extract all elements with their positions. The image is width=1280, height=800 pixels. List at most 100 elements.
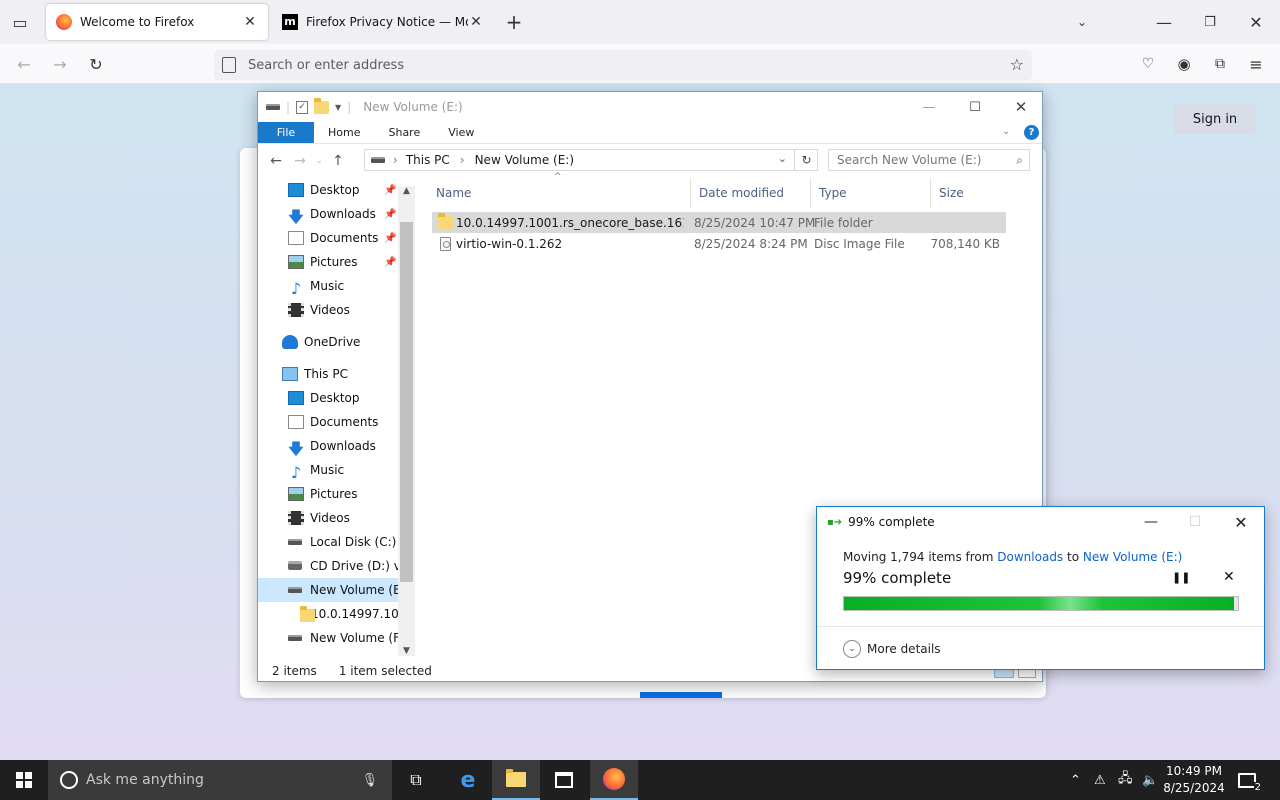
tab-file[interactable]: File [258,122,314,143]
downloads-icon: 🡇 [288,208,304,226]
nav-item-folder[interactable]: 10.0.14997.1001 [258,602,414,626]
nav-item-this-pc[interactable]: This PC [258,362,414,386]
file-explorer-icon[interactable] [492,760,540,800]
back-icon[interactable]: ← [264,153,288,169]
nav-item-pictures[interactable]: Pictures 📌 [258,250,414,274]
start-button[interactable] [0,760,48,800]
edge-icon[interactable]: e [444,760,492,800]
column-date-modified[interactable]: Date modified [690,178,810,208]
reload-icon[interactable]: ↻ [82,50,110,78]
url-bar[interactable]: Search or enter address ☆ [214,50,1032,80]
close-tab-icon[interactable]: ✕ [468,14,484,30]
address-bar[interactable]: › This PC › New Volume (E:) ⌄ [364,149,818,171]
tab-view[interactable]: View [434,122,488,143]
file-row[interactable]: 10.0.14997.1001.rs_onecore_base.161218-.… [432,212,1006,233]
firefox-icon[interactable] [590,760,638,800]
store-icon[interactable] [540,760,588,800]
show-hidden-icons-icon[interactable]: ⌃ [1070,760,1081,800]
nav-item-music[interactable]: ♪ Music [258,458,414,482]
menu-icon[interactable]: ≡ [1242,50,1270,78]
account-icon[interactable]: ◉ [1170,50,1198,78]
maximize-icon: ☐ [1188,514,1202,530]
nav-item-local-disk-c[interactable]: Local Disk (C:) [258,530,414,554]
customize-toolbar-icon[interactable]: ▼ [335,103,341,112]
cancel-icon[interactable]: ✕ [1223,569,1235,585]
nav-item-new-volume-f[interactable]: New Volume (F:) [258,626,414,650]
help-icon[interactable]: ? [1024,125,1039,140]
scrollbar-thumb[interactable] [400,222,413,582]
nav-item-onedrive[interactable]: OneDrive [258,330,414,354]
desktop-icon [288,183,304,197]
list-all-tabs-icon[interactable]: ⌄ [1068,8,1096,36]
nav-item-desktop[interactable]: Desktop [258,386,414,410]
taskbar-search-input[interactable]: Ask me anything 🎙 [48,760,392,800]
music-icon: ♪ [290,279,302,298]
search-input[interactable]: Search New Volume (E:) ⌕ [828,149,1030,171]
maximize-icon[interactable]: ☐ [952,92,998,122]
sign-in-button[interactable]: Sign in [1174,104,1256,134]
nav-item-cd-drive-d[interactable]: CD Drive (D:) virt [258,554,414,578]
forward-icon[interactable]: → [288,153,312,169]
refresh-icon[interactable]: ↻ [794,149,818,171]
column-name[interactable]: Name [428,178,690,208]
extensions-icon[interactable]: ⧉ [1206,50,1234,78]
volume-icon[interactable]: 🔈 [1142,760,1158,800]
bookmark-star-icon[interactable]: ☆ [1010,55,1024,74]
file-row[interactable]: virtio-win-0.1.262 8/25/2024 8:24 PM Dis… [432,233,1006,254]
close-window-icon[interactable]: ✕ [1219,507,1263,537]
microphone-icon[interactable]: 🎙 [361,773,378,788]
tab-share[interactable]: Share [374,122,434,143]
nav-item-new-volume-e[interactable]: New Volume (E:) [258,578,414,602]
navigation-scrollbar[interactable]: ▲ ▼ [398,186,415,656]
minimize-icon[interactable]: — [1150,8,1178,36]
action-center-icon[interactable]: 2 [1238,760,1262,800]
system-clock[interactable]: 10:49 PM 8/25/2024 [1158,763,1230,797]
column-size[interactable]: Size [930,178,1010,208]
nav-item-documents[interactable]: Documents 📌 [258,226,414,250]
tab-firefox-privacy-notice[interactable]: m Firefox Privacy Notice — Mozilla ✕ [272,4,494,40]
nav-item-videos[interactable]: Videos [258,506,414,530]
page-icon [222,57,236,73]
breadcrumb-new-volume[interactable]: New Volume (E:) [475,153,574,167]
nav-item-pictures[interactable]: Pictures [258,482,414,506]
column-type[interactable]: Type [810,178,930,208]
expand-ribbon-icon[interactable]: ⌄ [1002,126,1010,137]
close-window-icon[interactable]: ✕ [998,92,1044,122]
ethernet-icon[interactable]: 🖧 [1118,760,1133,800]
nav-item-documents[interactable]: Documents [258,410,414,434]
nav-item-desktop[interactable]: Desktop 📌 [258,178,414,202]
source-link[interactable]: Downloads [997,550,1063,564]
back-icon[interactable]: ← [10,50,38,78]
properties-icon[interactable]: ✓ [296,100,309,114]
up-icon[interactable]: ↑ [326,153,350,169]
network-icon[interactable]: ⚠ [1094,760,1106,800]
scroll-up-icon[interactable]: ▲ [398,186,415,196]
breadcrumb-this-pc[interactable]: This PC [406,153,450,167]
task-view-icon[interactable]: ⧉ [392,760,440,800]
forward-icon[interactable]: → [46,50,74,78]
new-folder-icon[interactable] [314,97,330,114]
destination-link[interactable]: New Volume (E:) [1083,550,1182,564]
pocket-icon[interactable]: ♡ [1134,50,1162,78]
close-tab-icon[interactable]: ✕ [242,14,258,30]
minimize-icon[interactable]: — [906,92,952,122]
documents-icon [288,231,304,245]
scroll-down-icon[interactable]: ▼ [398,646,415,656]
minimize-icon[interactable]: — [1129,507,1173,537]
address-dropdown-icon[interactable]: ⌄ [778,152,787,165]
pin-icon: 📌 [384,208,397,220]
more-details-button[interactable]: ⌄ More details [843,640,941,658]
recent-locations-icon[interactable]: ⌄ [312,156,326,166]
nav-item-downloads[interactable]: 🡇 Downloads [258,434,414,458]
nav-item-music[interactable]: ♪ Music [258,274,414,298]
close-window-icon[interactable]: ✕ [1242,8,1270,36]
nav-item-videos[interactable]: Videos [258,298,414,322]
tab-home[interactable]: Home [314,122,374,143]
firefox-view-icon[interactable]: ▭ [6,8,34,36]
nav-item-downloads[interactable]: 🡇 Downloads 📌 [258,202,414,226]
tab-welcome-to-firefox[interactable]: Welcome to Firefox ✕ [46,4,268,40]
new-tab-icon[interactable]: + [500,8,528,36]
taskbar: Ask me anything 🎙 ⧉ e ⌃ ⚠ 🖧 🔈 10:49 PM 8… [0,760,1280,800]
restore-icon[interactable]: ❐ [1196,8,1224,36]
pause-icon[interactable]: ❚❚ [1172,571,1190,584]
